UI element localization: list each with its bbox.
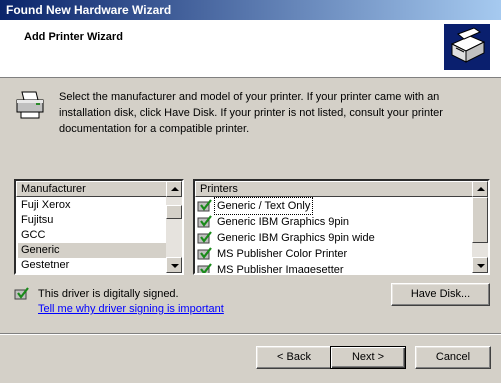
wizard-header: Add Printer Wizard xyxy=(0,20,501,78)
printer-wizard-icon xyxy=(444,24,490,70)
scroll-down-button[interactable] xyxy=(166,257,182,273)
printer-item[interactable]: Generic IBM Graphics 9pin wide xyxy=(197,230,474,246)
printer-item-label: MS Publisher Color Printer xyxy=(217,248,348,260)
separator xyxy=(0,333,501,335)
arrow-up-icon xyxy=(477,187,485,191)
arrow-down-icon xyxy=(171,264,179,268)
manufacturer-column-header[interactable]: Manufacturer xyxy=(16,181,168,197)
window-title: Found New Hardware Wizard xyxy=(6,3,172,17)
manufacturer-scrollbar[interactable] xyxy=(166,181,182,273)
next-button[interactable]: Next > xyxy=(330,346,406,369)
printers-listbox[interactable]: Printers Generic / Text Only Generic IBM… xyxy=(193,179,490,275)
signature-status: This driver is digitally signed. xyxy=(38,288,179,300)
driver-signing-link[interactable]: Tell me why driver signing is important xyxy=(38,303,224,315)
title-bar[interactable]: Found New Hardware Wizard xyxy=(0,0,501,20)
manufacturer-item[interactable]: HP xyxy=(18,273,168,275)
printer-icon xyxy=(14,88,48,122)
printers-column-header[interactable]: Printers xyxy=(195,181,474,197)
scroll-down-button[interactable] xyxy=(472,257,488,273)
scroll-thumb[interactable] xyxy=(166,205,182,219)
scroll-thumb[interactable] xyxy=(472,197,488,243)
manufacturer-item[interactable]: Gestetner xyxy=(18,258,168,273)
cancel-button[interactable]: Cancel xyxy=(415,346,491,369)
printer-item-label: MS Publisher Imagesetter xyxy=(217,264,344,275)
arrow-up-icon xyxy=(171,187,179,191)
arrow-down-icon xyxy=(477,264,485,268)
back-button[interactable]: < Back xyxy=(256,346,332,369)
have-disk-button[interactable]: Have Disk... xyxy=(391,283,490,306)
printers-scrollbar[interactable] xyxy=(472,181,488,273)
signed-driver-icon xyxy=(197,215,212,228)
printer-item-label: Generic IBM Graphics 9pin wide xyxy=(217,232,375,244)
printer-item[interactable]: Generic IBM Graphics 9pin xyxy=(197,214,474,230)
printer-item-label: Generic IBM Graphics 9pin xyxy=(217,216,350,228)
scroll-up-button[interactable] xyxy=(472,181,488,197)
manufacturer-item[interactable]: Fuji Xerox xyxy=(18,198,168,213)
printer-item[interactable]: MS Publisher Imagesetter xyxy=(197,262,474,275)
signed-driver-icon xyxy=(197,247,212,260)
signed-driver-icon xyxy=(197,263,212,273)
signed-driver-icon xyxy=(197,231,212,244)
scroll-up-button[interactable] xyxy=(166,181,182,197)
instructions-text: Select the manufacturer and model of you… xyxy=(59,91,443,135)
digital-signature-icon xyxy=(14,287,29,300)
printer-item-selected[interactable]: Generic / Text Only xyxy=(197,197,474,215)
manufacturer-item-selected[interactable]: Generic xyxy=(18,243,168,258)
manufacturer-listbox[interactable]: Manufacturer Fuji Xerox Fujitsu GCC Gene… xyxy=(14,179,184,275)
signed-driver-icon xyxy=(197,199,212,212)
manufacturer-item[interactable]: GCC xyxy=(18,228,168,243)
wizard-header-title: Add Printer Wizard xyxy=(24,31,123,43)
printer-item-label: Generic / Text Only xyxy=(213,197,314,215)
manufacturer-item[interactable]: Fujitsu xyxy=(18,213,168,228)
printer-item[interactable]: MS Publisher Color Printer xyxy=(197,246,474,262)
